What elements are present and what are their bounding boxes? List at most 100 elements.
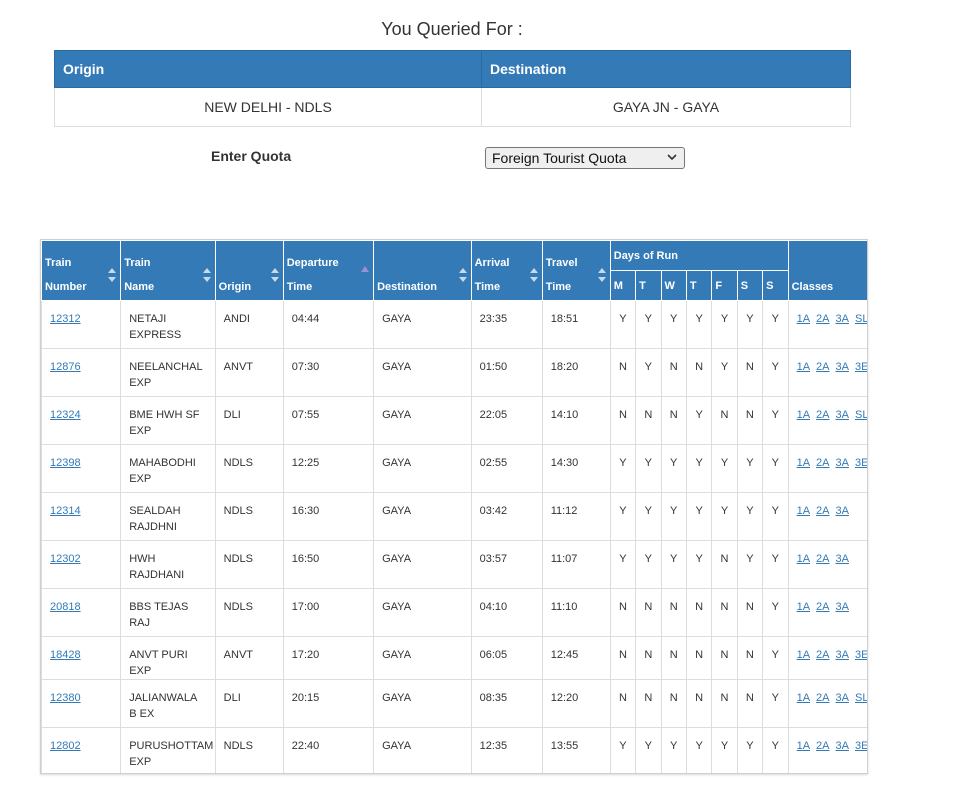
train-name-line: NETAJI [129,313,167,325]
train-name-line: HWH [129,553,156,565]
sort-icon[interactable] [270,268,279,282]
class-link[interactable]: 1A [797,601,810,613]
day-run-cell: Y [635,492,662,541]
arrival-cell: 23:35 [470,300,543,349]
sort-ascending-icon[interactable] [361,266,370,280]
day-run-cell: Y [685,444,713,493]
class-link[interactable]: 1A [797,313,810,325]
day-run-cell: Y [711,492,738,541]
train-number-link[interactable]: 12876 [50,361,81,373]
trains-table: Train Number Train Name Origin Departure… [41,240,867,773]
col-arrival[interactable]: Arrival Time [470,240,543,301]
class-link[interactable]: 3E [855,457,867,469]
class-link[interactable]: 3A [836,409,849,421]
class-link[interactable]: 2A [816,740,829,752]
class-link[interactable]: 1A [797,649,810,661]
train-number-link[interactable]: 12398 [50,457,81,469]
day-run-cell: Y [762,679,789,728]
sort-icon[interactable] [202,268,211,282]
class-link[interactable]: 2A [816,692,829,704]
trains-table-container[interactable]: Train Number Train Name Origin Departure… [40,239,868,774]
class-link[interactable]: 1A [797,505,810,517]
day-run-cell: N [660,636,687,680]
train-number-link[interactable]: 12302 [50,553,81,565]
class-link[interactable]: 2A [816,457,829,469]
col-arrival-line2: Time [474,281,501,293]
departure-cell: 17:00 [282,588,375,637]
class-link[interactable]: 2A [816,409,829,421]
class-link[interactable]: 3E [855,361,867,373]
class-link[interactable]: 1A [797,457,810,469]
class-link[interactable]: 2A [816,601,829,613]
train-number-link[interactable]: 12802 [50,740,81,752]
col-classes-label: Classes [791,281,834,293]
class-link[interactable]: 3A [836,649,849,661]
col-origin[interactable]: Origin [214,240,284,301]
class-link[interactable]: 3A [836,692,849,704]
travel-time-cell: 14:30 [541,444,611,493]
origin-cell: ANDI [214,300,284,349]
train-number-link[interactable]: 12324 [50,409,81,421]
class-link[interactable]: 3A [836,457,849,469]
class-link[interactable]: 2A [816,649,829,661]
class-link[interactable]: 3A [836,740,849,752]
col-classes: Classes [787,240,867,301]
class-link[interactable]: 3A [836,505,849,517]
col-train-name[interactable]: Train Name [120,240,216,301]
day-run-cell: Y [660,444,687,493]
class-link[interactable]: 3A [836,553,849,565]
col-travel[interactable]: Travel Time [541,240,611,301]
day-run-cell: Y [609,540,637,589]
class-link[interactable]: SL [855,409,867,421]
col-departure[interactable]: Departure Time [282,240,375,301]
train-name-cell: NETAJI EXPRESS [120,300,216,349]
col-train-name-line2: Name [124,281,155,293]
class-link[interactable]: 2A [816,361,829,373]
class-link[interactable]: 3E [855,740,867,752]
train-number-link[interactable]: 20818 [50,601,81,613]
class-link[interactable]: 2A [816,553,829,565]
class-link[interactable]: 1A [797,409,810,421]
col-train-name-line1: Train [124,257,151,269]
departure-cell: 20:15 [282,679,375,728]
class-link[interactable]: 3A [836,313,849,325]
classes-cell: 1A2A3A3ESL [787,727,867,773]
train-name-line: ANVT PURI EXP [129,649,188,677]
train-number-link[interactable]: 18428 [50,649,81,661]
class-link[interactable]: SL [855,692,867,704]
train-name-cell: MAHABODHI EXP [120,444,216,493]
train-number-cell: 20818 [41,588,122,637]
train-name-cell: ANVT PURI EXP [120,636,216,680]
train-number-link[interactable]: 12314 [50,505,81,517]
destination-cell: GAYA [373,588,472,637]
col-destination[interactable]: Destination [373,240,472,301]
col-days-of-run: Days of Run [609,240,789,271]
col-train-number[interactable]: Train Number [41,240,122,301]
sort-icon[interactable] [529,268,538,282]
train-name-line: EXP [129,425,152,437]
class-link[interactable]: 3E [855,649,867,661]
class-link[interactable]: 1A [797,361,810,373]
class-link[interactable]: 1A [797,740,810,752]
class-link[interactable]: 2A [816,313,829,325]
sort-icon[interactable] [108,268,117,282]
train-name-line: RAJDHANI [129,569,185,581]
sort-icon[interactable] [597,268,606,282]
train-row: 12314 SEALDAH RAJDHNI NDLS 16:30 GAYA 03:42 11:… [41,492,867,541]
day-run-cell: Y [685,300,713,349]
train-number-link[interactable]: 12380 [50,692,81,704]
class-link[interactable]: 1A [797,553,810,565]
train-name-line: NEELANCHAL [129,361,203,373]
class-link[interactable]: SL [855,313,867,325]
class-link[interactable]: 3A [836,601,849,613]
travel-time-cell: 18:51 [541,300,611,349]
quota-select[interactable]: Foreign Tourist Quota [485,147,685,169]
class-link[interactable]: 1A [797,692,810,704]
train-number-link[interactable]: 12312 [50,313,81,325]
arrival-cell: 03:57 [470,540,543,589]
class-link[interactable]: 3A [836,361,849,373]
class-link[interactable]: 2A [816,505,829,517]
sort-icon[interactable] [458,268,467,282]
train-name-cell: SEALDAH RAJDHNI [120,492,216,541]
train-row: 12398 MAHABODHI EXP NDLS 12:25 GAYA 02:55 14:30… [41,444,867,493]
